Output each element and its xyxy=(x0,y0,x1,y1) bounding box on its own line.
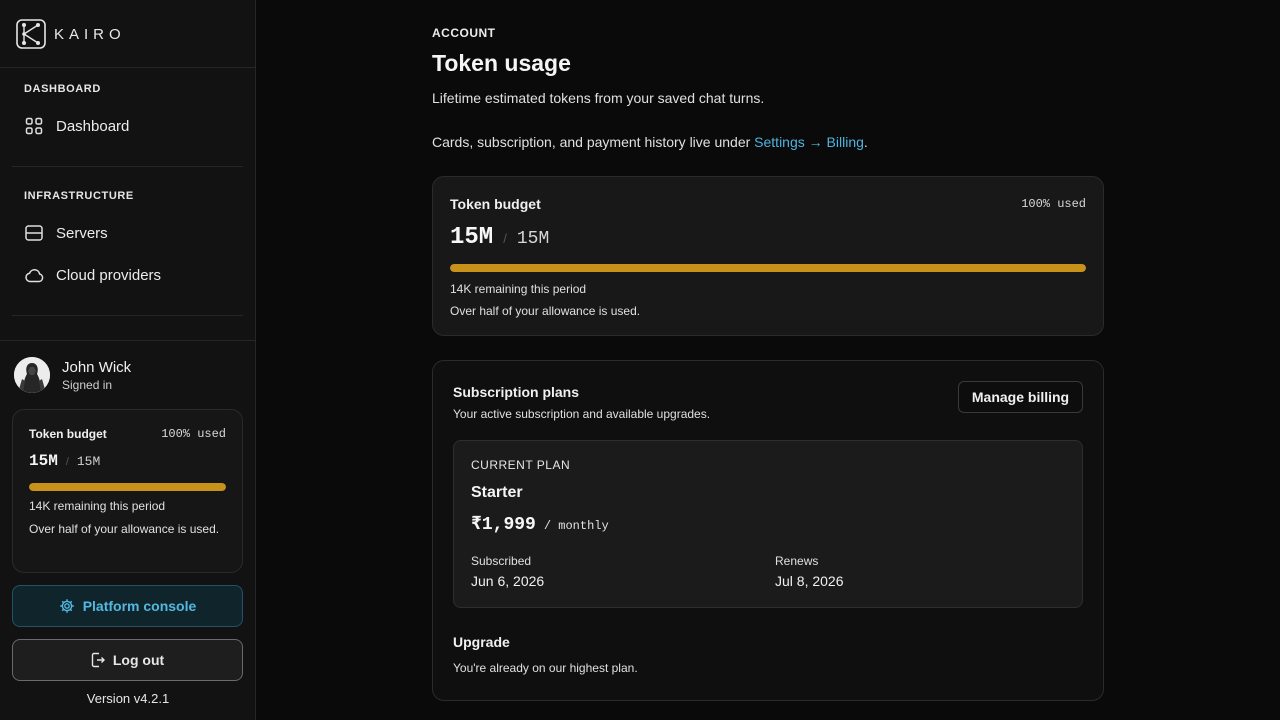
brand-logo[interactable]: KAIRO xyxy=(16,19,126,49)
budget-progress-bar xyxy=(29,483,226,491)
manage-billing-button[interactable]: Manage billing xyxy=(958,381,1083,413)
user-name: John Wick xyxy=(62,358,132,376)
grid-icon xyxy=(24,116,44,136)
budget-progress-fill xyxy=(450,264,1086,272)
nav-section-dashboard: DASHBOARD xyxy=(24,83,101,95)
upgrade-title: Upgrade xyxy=(453,634,510,650)
budget-used: 15M xyxy=(29,452,58,470)
budget-remaining: 14K remaining this period xyxy=(450,282,587,296)
page-subtitle: Lifetime estimated tokens from your save… xyxy=(432,90,765,106)
current-plan-eyebrow: CURRENT PLAN xyxy=(471,458,571,472)
budget-note: Over half of your allowance is used. xyxy=(450,304,641,318)
divider xyxy=(12,315,243,316)
plan-period: / monthly xyxy=(543,519,609,533)
sidebar: KAIRO DASHBOARD Dashboard INFRASTRUCTURE… xyxy=(0,0,256,720)
user-status: Signed in xyxy=(62,377,113,392)
subscription-title: Subscription plans xyxy=(453,384,580,400)
platform-console-button[interactable]: Platform console xyxy=(12,585,243,627)
budget-percent: 100% used xyxy=(161,427,226,441)
plan-price: ₹1,999 xyxy=(471,515,536,535)
user-profile[interactable]: John Wick Signed in xyxy=(14,357,131,393)
brand-name: KAIRO xyxy=(54,25,126,43)
page-title: Token usage xyxy=(432,50,571,76)
settings-billing-link[interactable]: Settings → Billing xyxy=(754,134,864,150)
gear-icon xyxy=(59,598,75,614)
sidebar-item-servers[interactable]: Servers xyxy=(12,215,243,251)
subscription-plans-card: Subscription plans Your active subscript… xyxy=(432,360,1104,701)
budget-title: Token budget xyxy=(450,196,541,212)
current-plan-panel: CURRENT PLAN Starter ₹1,999 / monthly Su… xyxy=(453,440,1083,608)
server-icon xyxy=(24,223,44,243)
logout-label: Log out xyxy=(112,652,165,668)
divider xyxy=(0,340,256,341)
budget-progress-fill xyxy=(29,483,226,491)
budget-used: 15M xyxy=(450,224,494,251)
platform-console-label: Platform console xyxy=(82,598,197,614)
sidebar-item-label: Cloud providers xyxy=(56,266,162,284)
budget-total: 15M xyxy=(76,454,101,469)
kairo-logo-icon xyxy=(16,19,46,49)
plan-name: Starter xyxy=(471,484,523,501)
budget-separator: / xyxy=(65,456,69,468)
renews-date: Jul 8, 2026 xyxy=(775,573,844,589)
subscription-subtitle: Your active subscription and available u… xyxy=(453,407,711,421)
budget-percent: 100% used xyxy=(1021,197,1086,211)
subscribed-label: Subscribed xyxy=(471,554,532,568)
token-budget-card: Token budget 100% used 15M / 15M 14K rem… xyxy=(432,176,1104,336)
divider xyxy=(12,166,243,167)
avatar xyxy=(14,357,50,393)
budget-progress-bar xyxy=(450,264,1086,272)
budget-total: 15M xyxy=(516,229,550,249)
budget-remaining: 14K remaining this period xyxy=(29,499,166,513)
subscribed-date: Jun 6, 2026 xyxy=(471,573,545,589)
billing-text: Cards, subscription, and payment history… xyxy=(432,134,751,150)
page-eyebrow: ACCOUNT xyxy=(432,26,496,40)
budget-title: Token budget xyxy=(29,427,107,441)
nav-section-infrastructure: INFRASTRUCTURE xyxy=(24,190,134,202)
billing-info: Cards, subscription, and payment history… xyxy=(432,134,868,150)
budget-separator: / xyxy=(503,231,507,246)
cloud-icon xyxy=(24,265,44,285)
divider xyxy=(0,67,256,68)
upgrade-note: You're already on our highest plan. xyxy=(453,661,638,675)
sidebar-token-budget-card: Token budget 100% used 15M / 15M 14K rem… xyxy=(12,409,243,573)
budget-note: Over half of your allowance is used. xyxy=(29,522,220,536)
renews-label: Renews xyxy=(775,554,819,568)
logout-button[interactable]: Log out xyxy=(12,639,243,681)
logout-icon xyxy=(91,652,105,668)
billing-end: . xyxy=(863,134,868,150)
sidebar-item-dashboard[interactable]: Dashboard xyxy=(12,108,243,144)
app-version: Version v4.2.1 xyxy=(86,691,170,706)
sidebar-item-cloud-providers[interactable]: Cloud providers xyxy=(12,257,243,293)
sidebar-item-label: Dashboard xyxy=(56,117,130,135)
sidebar-item-label: Servers xyxy=(56,224,108,242)
